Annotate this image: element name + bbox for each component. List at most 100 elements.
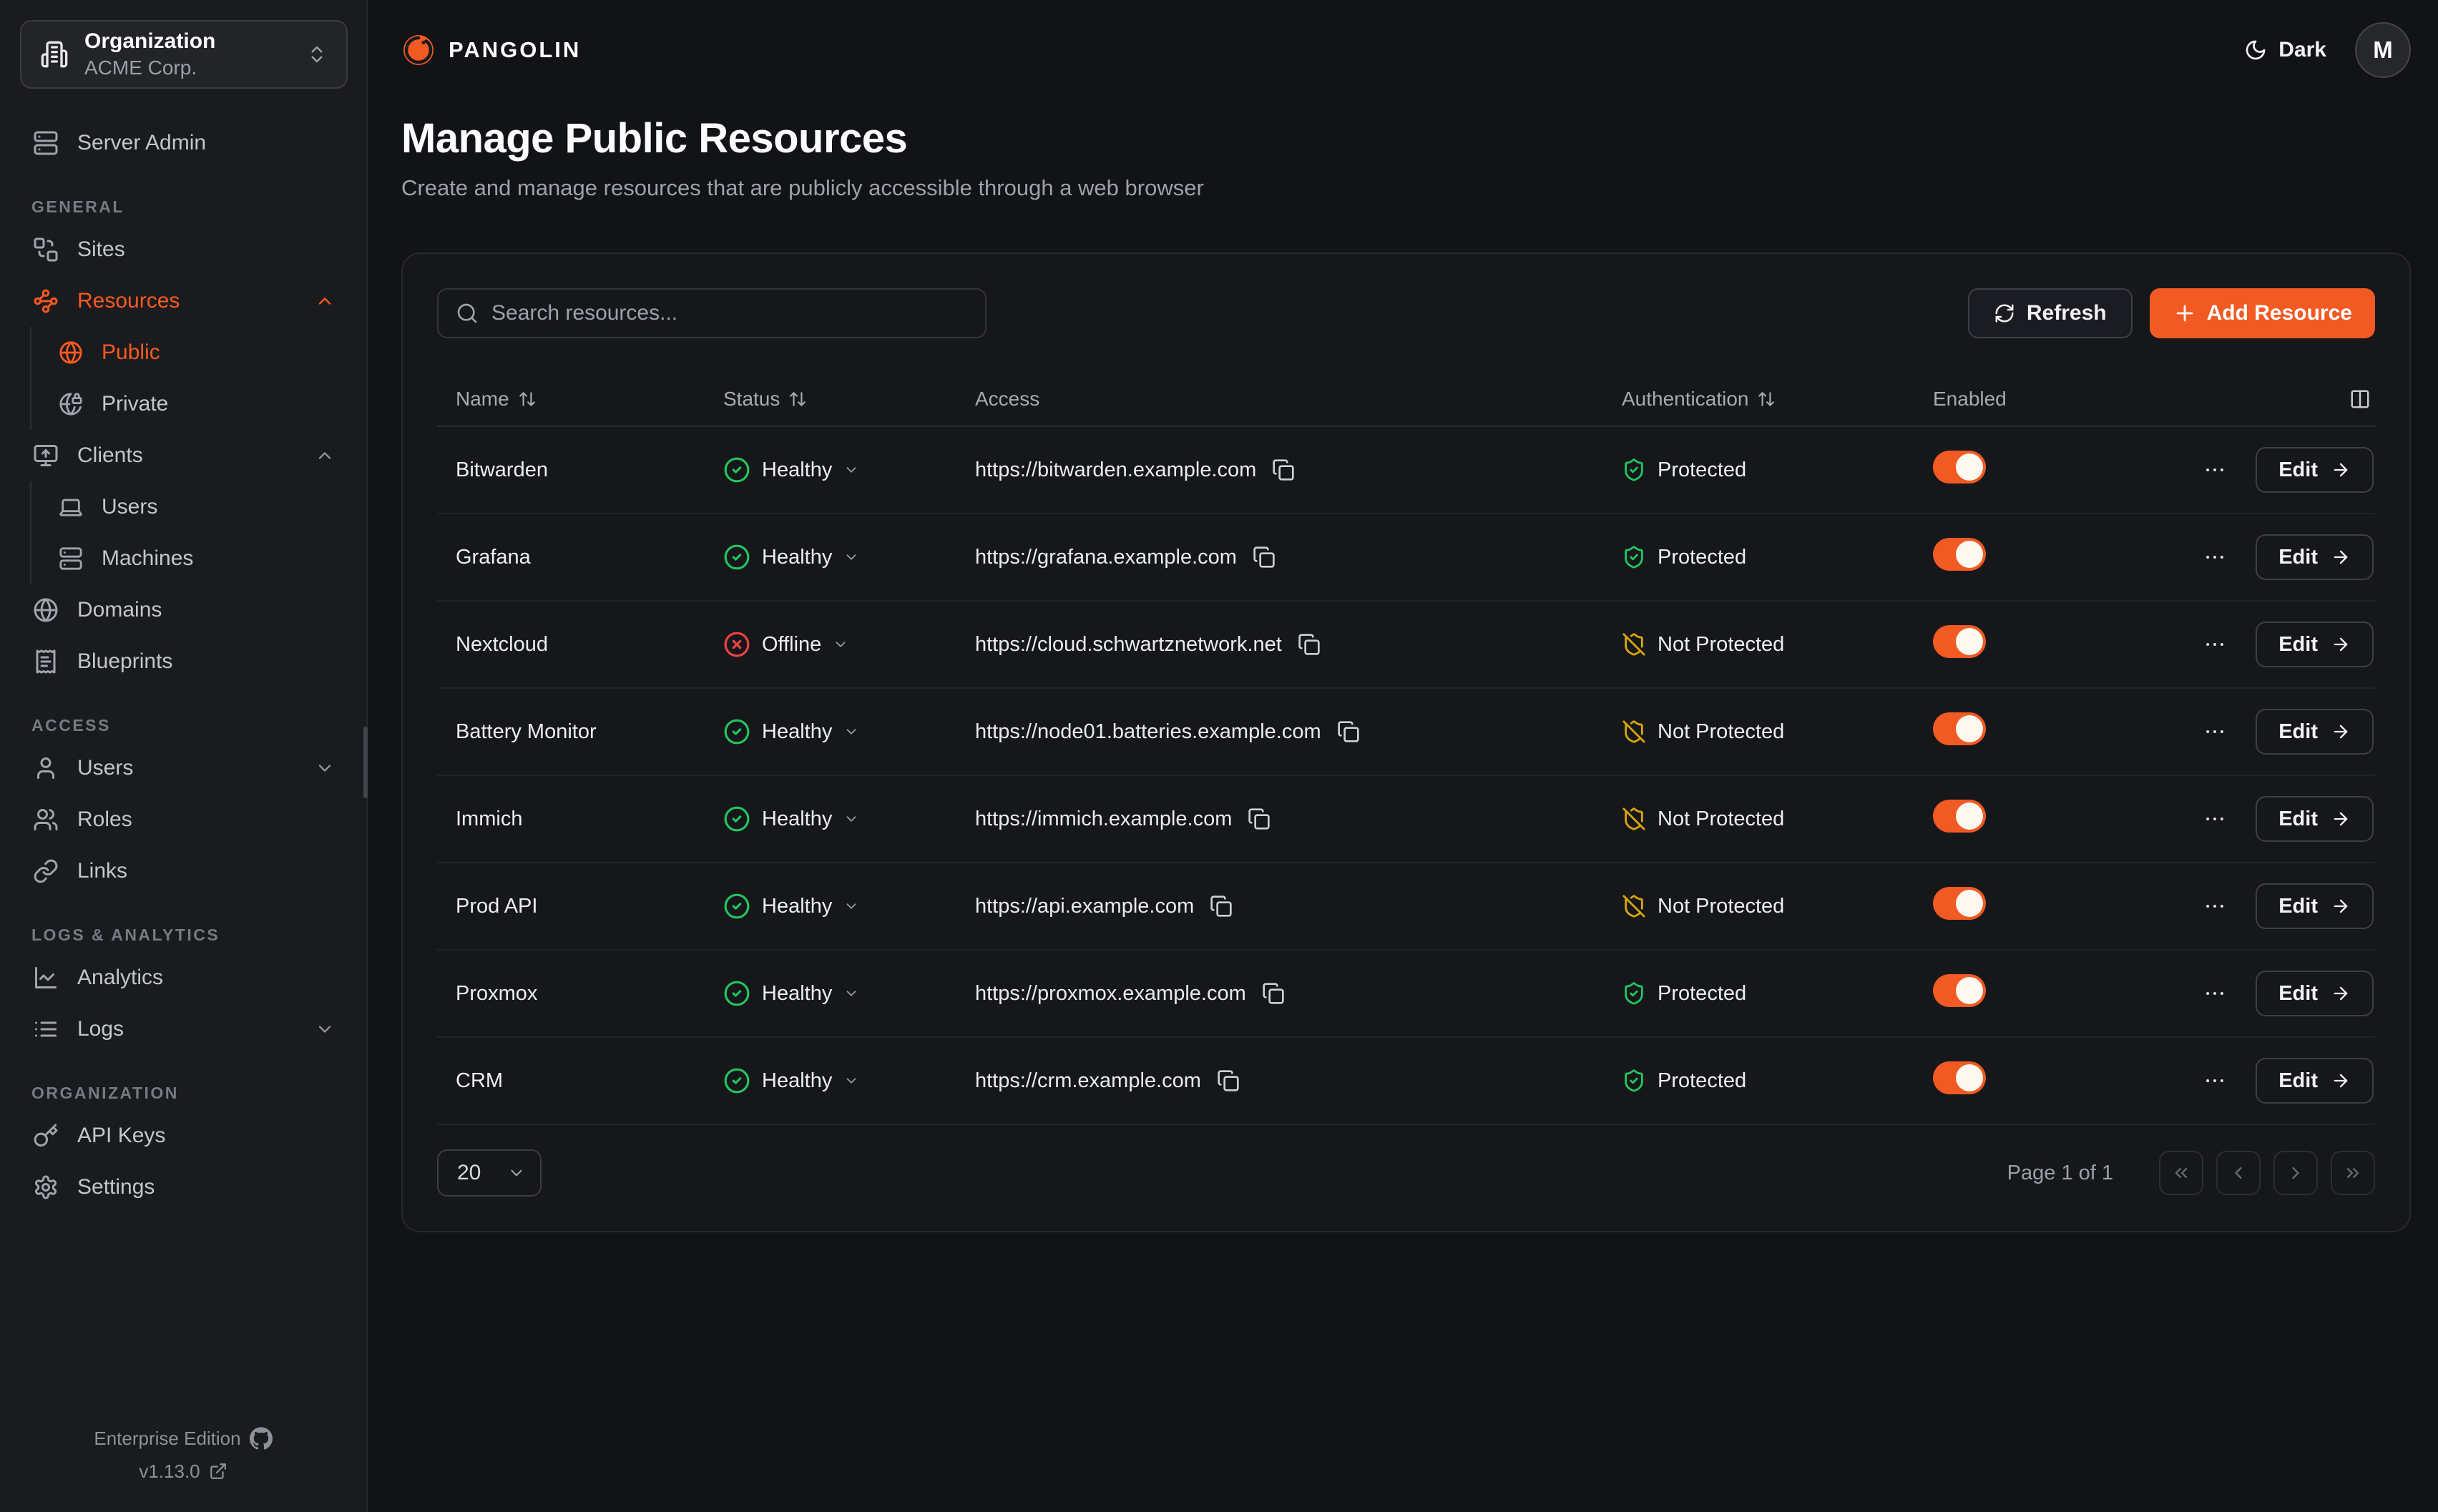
enabled-toggle[interactable] (1933, 625, 1986, 658)
status-dropdown[interactable]: Healthy (723, 893, 859, 920)
status-dropdown[interactable]: Healthy (723, 718, 859, 745)
copy-url-button[interactable] (1248, 807, 1271, 830)
last-page-button[interactable] (2331, 1151, 2375, 1195)
user-icon (33, 755, 59, 781)
copy-url-button[interactable] (1253, 546, 1276, 569)
row-menu-button[interactable] (2203, 458, 2227, 482)
copy-url-button[interactable] (1272, 458, 1295, 481)
copy-url-button[interactable] (1298, 633, 1321, 656)
org-selector[interactable]: Organization ACME Corp. (20, 20, 348, 89)
row-menu-button[interactable] (2203, 545, 2227, 569)
edit-button[interactable]: Edit (2256, 709, 2374, 755)
copy-url-button[interactable] (1262, 982, 1285, 1005)
status-dropdown[interactable]: Healthy (723, 456, 859, 483)
row-menu-button[interactable] (2203, 1069, 2227, 1093)
sidebar-item-logs[interactable]: Logs (0, 1003, 366, 1055)
enabled-toggle[interactable] (1933, 451, 1986, 483)
sidebar-item-private[interactable]: Private (31, 378, 366, 430)
sidebar-item-label: Settings (77, 1175, 155, 1199)
chevron-left-icon (2228, 1163, 2248, 1183)
prev-page-button[interactable] (2216, 1151, 2261, 1195)
arrow-right-icon (2331, 1071, 2351, 1091)
sidebar-item-analytics[interactable]: Analytics (0, 952, 366, 1003)
add-resource-button[interactable]: Add Resource (2150, 288, 2375, 338)
enabled-toggle[interactable] (1933, 974, 1986, 1007)
sidebar-item-links[interactable]: Links (0, 845, 366, 897)
copy-url-button[interactable] (1210, 895, 1233, 918)
sidebar-item-users[interactable]: Users (31, 481, 366, 533)
sidebar-item-settings[interactable]: Settings (0, 1162, 366, 1213)
edit-button[interactable]: Edit (2256, 1058, 2374, 1104)
edit-button[interactable]: Edit (2256, 796, 2374, 842)
column-header-name[interactable]: Name (456, 388, 723, 411)
enabled-toggle[interactable] (1933, 887, 1986, 920)
status-dropdown[interactable]: Healthy (723, 1067, 859, 1094)
copy-icon (1298, 633, 1321, 656)
circle-check-icon (723, 544, 750, 571)
row-menu-button[interactable] (2203, 807, 2227, 831)
edit-button[interactable]: Edit (2256, 883, 2374, 929)
edit-button[interactable]: Edit (2256, 971, 2374, 1016)
resource-name: Nextcloud (456, 633, 723, 657)
copy-icon (1262, 982, 1285, 1005)
sidebar-item-roles[interactable]: Roles (0, 794, 366, 845)
chevron-up-icon (315, 446, 335, 466)
enabled-toggle[interactable] (1933, 538, 1986, 571)
copy-url-button[interactable] (1337, 720, 1360, 743)
refresh-button[interactable]: Refresh (1968, 288, 2133, 338)
enabled-toggle[interactable] (1933, 712, 1986, 745)
status-dropdown[interactable]: Healthy (723, 805, 859, 833)
status-label: Healthy (762, 1069, 832, 1093)
column-header-status[interactable]: Status (723, 388, 975, 411)
sidebar-item-label: Users (102, 495, 157, 519)
first-page-button[interactable] (2159, 1151, 2203, 1195)
column-label: Name (456, 388, 509, 411)
chevron-down-icon (843, 724, 859, 740)
enabled-toggle[interactable] (1933, 800, 1986, 833)
edit-button[interactable]: Edit (2256, 622, 2374, 667)
resource-url: https://crm.example.com (975, 1069, 1201, 1093)
sidebar-item-label: Roles (77, 807, 132, 832)
status-dropdown[interactable]: Offline (723, 631, 848, 658)
page-size-select[interactable]: 20 (437, 1149, 542, 1197)
sidebar-item-sites[interactable]: Sites (0, 224, 366, 275)
status-dropdown[interactable]: Healthy (723, 544, 859, 571)
search-input[interactable] (491, 301, 968, 325)
status-dropdown[interactable]: Healthy (723, 980, 859, 1007)
enabled-toggle[interactable] (1933, 1061, 1986, 1094)
edit-button[interactable]: Edit (2256, 534, 2374, 580)
table-body: BitwardenHealthyhttps://bitwarden.exampl… (437, 427, 2375, 1125)
version-link[interactable]: v1.13.0 (139, 1455, 227, 1488)
copy-url-button[interactable] (1217, 1069, 1240, 1092)
sidebar-item-domains[interactable]: Domains (0, 584, 366, 636)
sidebar-item-api-keys[interactable]: API Keys (0, 1110, 366, 1162)
chevron-right-icon (2286, 1163, 2306, 1183)
row-menu-button[interactable] (2203, 981, 2227, 1006)
sidebar-item-machines[interactable]: Machines (31, 533, 366, 584)
sidebar-item-blueprints[interactable]: Blueprints (0, 636, 366, 687)
sidebar-scrollbar-thumb[interactable] (363, 727, 368, 798)
column-settings-button[interactable] (2349, 388, 2371, 410)
enterprise-edition-link[interactable]: Enterprise Edition (94, 1422, 272, 1455)
row-menu-button[interactable] (2203, 894, 2227, 918)
column-header-authentication[interactable]: Authentication (1622, 388, 1933, 411)
brand-logo[interactable]: PANGOLIN (401, 33, 581, 67)
sidebar-item-server-admin[interactable]: Server Admin (0, 117, 366, 169)
combine-icon (33, 237, 59, 262)
row-menu-button[interactable] (2203, 632, 2227, 657)
status-label: Healthy (762, 458, 832, 482)
sidebar-item-public[interactable]: Public (31, 327, 366, 378)
sidebar-item-clients[interactable]: Clients (0, 430, 366, 481)
next-page-button[interactable] (2273, 1151, 2318, 1195)
ellipsis-icon (2203, 632, 2227, 657)
ellipsis-icon (2203, 545, 2227, 569)
avatar[interactable]: M (2355, 22, 2411, 78)
row-menu-button[interactable] (2203, 720, 2227, 744)
chevron-down-icon (315, 758, 335, 778)
edit-button[interactable]: Edit (2256, 447, 2374, 493)
theme-toggle[interactable]: Dark (2244, 38, 2326, 62)
sidebar-item-users[interactable]: Users (0, 742, 366, 794)
resource-url: https://bitwarden.example.com (975, 458, 1256, 482)
sidebar-item-resources[interactable]: Resources (0, 275, 366, 327)
chevron-down-icon (843, 986, 859, 1001)
